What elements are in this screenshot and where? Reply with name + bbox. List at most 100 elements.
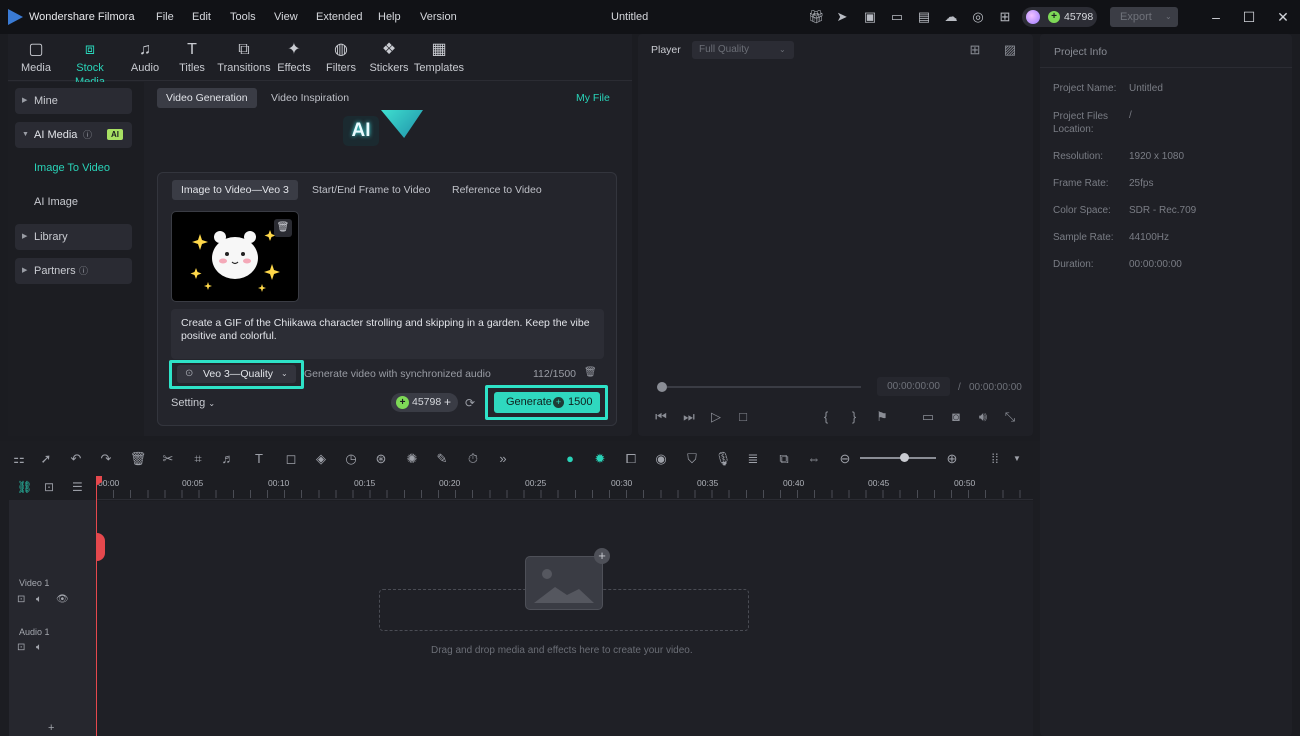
stop-icon[interactable]: □ [735,409,751,425]
lock-icon[interactable]: ⊡ [17,594,25,605]
tab-stickers[interactable]: ❖ Stickers [365,40,413,76]
my-file-link[interactable]: My File [576,92,610,104]
tab-media[interactable]: ▢ Media [12,40,60,76]
tab-titles[interactable]: T Titles [168,40,216,76]
sidebar-item-image-to-video[interactable]: Image To Video [34,162,110,174]
add-track-icon[interactable]: ⊡ [44,480,54,494]
eye-icon[interactable]: 👁︎ [56,594,69,605]
undo-icon[interactable]: ↶ [67,450,85,468]
volume-icon[interactable]: 🔊︎ [975,409,991,425]
mute-icon[interactable]: 🔈︎ [36,594,42,605]
menu-help[interactable]: Help [378,0,401,34]
pip-icon[interactable]: ⧉ [775,450,793,468]
lock-icon[interactable]: ⊡ [17,642,25,653]
quality-select[interactable]: Full Quality ⌄ [692,41,794,59]
mark-in-icon[interactable]: { [818,409,834,425]
menu-version[interactable]: Version [420,0,457,34]
send-icon[interactable]: ➤ [834,9,850,25]
mark-out-icon[interactable]: } [846,409,862,425]
tab-video-generation[interactable]: Video Generation [157,88,257,108]
timer-icon[interactable]: ⏱ [464,450,482,468]
fullscreen-icon[interactable]: ⤡ [1002,409,1018,425]
gift-icon[interactable]: 🎁︎ [808,9,825,25]
playhead-handle[interactable] [96,533,105,561]
crop-icon[interactable]: ⌗ [189,450,207,468]
uploaded-image-thumbnail[interactable]: 🗑︎ [171,211,299,302]
progress-track[interactable] [667,386,861,388]
close-icon[interactable]: ✕ [1274,8,1292,26]
mute-icon[interactable]: 🔈︎ [36,642,42,653]
credits-chip[interactable]: + 45798 [1022,7,1097,27]
microphone-icon[interactable]: 🎙︎ [714,450,732,468]
auto-enhance-icon[interactable]: ✹ [591,450,609,468]
refresh-icon[interactable]: ⟳ [465,396,475,410]
more-tools-icon[interactable]: » [494,450,512,468]
tab-video-inspiration[interactable]: Video Inspiration [262,88,358,108]
zoom-slider-handle[interactable] [900,453,909,462]
play-icon[interactable]: ▷ [708,409,724,425]
apps-grid-icon[interactable]: ⊞ [997,9,1013,25]
trash-icon[interactable]: 🗑︎ [274,219,292,237]
chevron-down-icon[interactable]: ▼ [1008,450,1026,468]
minimize-icon[interactable]: – [1207,8,1225,26]
layout-grid-icon[interactable]: ⚏ [10,450,28,468]
export-button[interactable]: Export ⌄ [1110,7,1178,27]
subtitle-icon[interactable]: ≣ [744,450,762,468]
add-credits-icon[interactable]: + [444,393,451,412]
add-track-button[interactable]: + [48,722,54,734]
scissors-icon[interactable]: ✂ [159,450,177,468]
screen-record-icon[interactable]: ▣ [862,9,878,25]
sidebar-item-mine[interactable]: ▶ Mine [15,88,132,114]
redo-icon[interactable]: ↷ [97,450,115,468]
tab-stock-media[interactable]: ⧈Stock Media [61,40,119,88]
text-icon[interactable]: T [250,450,268,468]
help-icon[interactable]: ⓘ [79,258,88,284]
link-icon[interactable]: ⛓︎ [17,480,32,494]
maximize-icon[interactable]: ☐ [1240,8,1258,26]
model-select[interactable]: ⊙ Veo 3—Quality ⌄ [177,365,296,383]
speed-icon[interactable]: ◷ [342,450,360,468]
display-icon[interactable]: ▭ [920,409,936,425]
camera-icon[interactable]: ◙ [948,409,964,425]
tab-templates[interactable]: ▦ Templates [413,40,465,76]
tab-effects[interactable]: ✦ Effects [270,40,318,76]
ai-tools-icon[interactable]: ✺ [403,450,421,468]
menu-extended[interactable]: Extended [316,0,362,34]
color-icon[interactable]: ⊛ [372,450,390,468]
sidebar-item-library[interactable]: ▶ Library [15,224,132,250]
ai-assistant-icon[interactable]: ● [561,450,579,468]
menu-view[interactable]: View [274,0,298,34]
track-manager-icon[interactable]: ☰ [72,480,83,494]
edit-image-icon[interactable]: ✎ [433,450,451,468]
generate-button[interactable]: Generate + 1500 [494,392,600,413]
audio-edit-icon[interactable]: ♬ [219,450,237,468]
menu-tools[interactable]: Tools [230,0,256,34]
snapshot-icon[interactable]: ▨ [1002,42,1018,58]
tab-filters[interactable]: ◍ Filters [317,40,365,76]
tab-audio[interactable]: ♫ Audio [121,40,169,76]
grid-view-icon[interactable]: ⊞ [967,42,983,58]
sidebar-item-ai-media[interactable]: ▼ AI Media ⓘ AI [15,122,132,148]
menu-file[interactable]: File [156,0,174,34]
sidebar-item-partners[interactable]: ▶ Partners ⓘ [15,258,132,284]
shape-icon[interactable]: ◻ [282,450,300,468]
playhead[interactable] [96,476,97,736]
zoom-in-icon[interactable]: ⊕ [943,450,961,468]
fit-icon[interactable]: ⇔ [805,450,823,468]
shield-icon[interactable]: ⛉ [683,450,701,468]
marker-icon[interactable]: ⚑ [874,409,890,425]
subtab-reference-to-video[interactable]: Reference to Video [443,180,551,200]
zoom-out-icon[interactable]: ⊖ [836,450,854,468]
select-tool-icon[interactable]: ➚ [37,450,55,468]
menu-edit[interactable]: Edit [192,0,211,34]
render-icon[interactable]: ◉ [652,450,670,468]
track-layout-icon[interactable]: ⁞⁞ [986,450,1004,468]
setting-dropdown[interactable]: Setting ⌄ [171,397,215,409]
delete-icon[interactable]: 🗑︎ [129,450,147,468]
tab-transitions[interactable]: ⧉ Transitions [216,40,272,76]
cloud-upload-icon[interactable]: ☁ [943,9,959,25]
help-icon[interactable]: ⓘ [83,122,92,148]
subtab-image-to-video[interactable]: Image to Video—Veo 3 [172,180,298,200]
step-forward-icon[interactable]: ⏭ [681,409,697,425]
save-icon[interactable]: ▤ [916,9,932,25]
